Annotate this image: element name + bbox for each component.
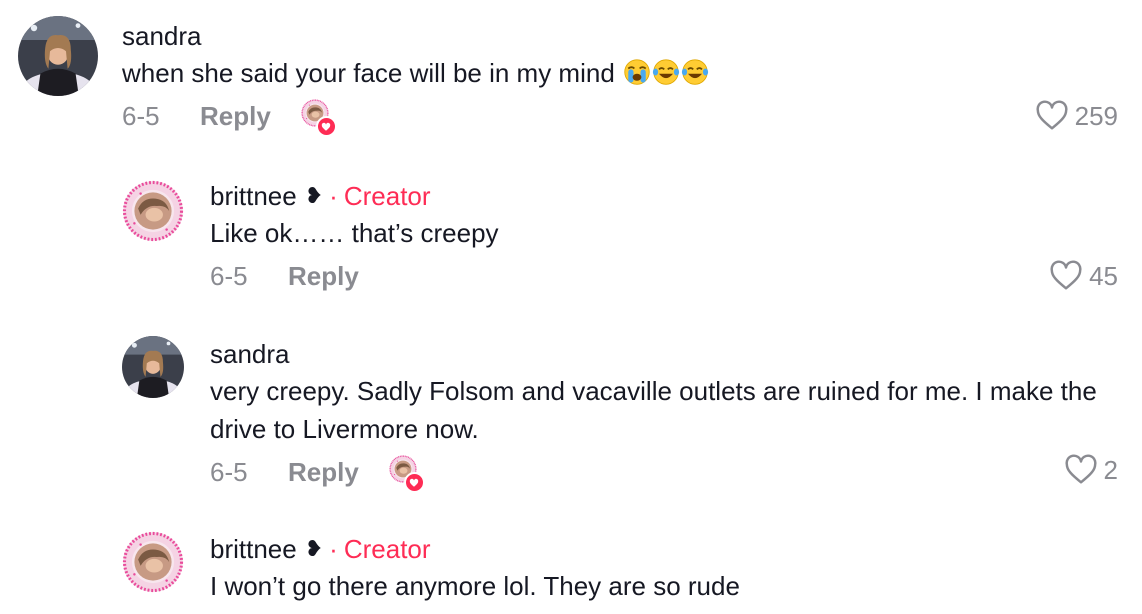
avatar-image xyxy=(122,531,184,593)
avatar-image xyxy=(122,180,184,242)
heart-badge-icon xyxy=(315,116,337,137)
comment-username[interactable]: sandra xyxy=(210,339,290,370)
heart-badge-icon xyxy=(403,472,425,493)
reply-button[interactable]: Reply xyxy=(200,101,271,132)
comment-text: very creepy. Sadly Folsom and vacaville … xyxy=(210,376,1097,444)
creator-badge: · Creator xyxy=(329,180,431,211)
comment-date: 6-5 xyxy=(210,260,248,291)
avatar[interactable] xyxy=(18,16,98,96)
comment-date: 6-5 xyxy=(210,456,248,487)
like-button[interactable]: 45 xyxy=(1049,260,1118,292)
avatar-image xyxy=(18,16,98,96)
comment-username[interactable]: sandra xyxy=(122,21,202,52)
comment-date: 6-5 xyxy=(122,100,160,131)
avatar[interactable] xyxy=(122,180,184,242)
heart-suffix-icon: ❥ xyxy=(304,183,324,208)
comment-username[interactable]: brittnee xyxy=(210,181,297,212)
creator-badge: · Creator xyxy=(329,533,431,564)
reply-button[interactable]: Reply xyxy=(288,457,359,488)
heart-outline-icon xyxy=(1050,260,1082,290)
avatar-image xyxy=(122,336,184,398)
avatar[interactable] xyxy=(122,336,184,398)
like-count: 45 xyxy=(1089,260,1118,291)
like-button[interactable]: 2 xyxy=(1064,454,1118,486)
comment-text: when she said your face will be in my mi… xyxy=(122,58,615,88)
reply-button[interactable]: Reply xyxy=(288,261,359,292)
like-button[interactable]: 259 xyxy=(1035,100,1118,132)
loudly-crying-face-icon xyxy=(624,59,650,85)
tears-of-joy-icon xyxy=(681,59,709,85)
like-count: 259 xyxy=(1074,100,1118,131)
avatar[interactable] xyxy=(122,531,184,593)
creator-liked-indicator xyxy=(388,455,425,493)
heart-outline-icon xyxy=(1036,100,1068,130)
heart-outline-icon xyxy=(1065,454,1097,484)
tears-of-joy-icon xyxy=(652,59,680,85)
comment-text: I won’t go there anymore lol. They are s… xyxy=(210,571,740,601)
emoji-group xyxy=(622,58,709,88)
comment-text: Like ok…… that’s creepy xyxy=(210,218,499,248)
creator-liked-indicator xyxy=(300,99,337,137)
heart-suffix-icon: ❥ xyxy=(304,536,324,561)
comment-username[interactable]: brittnee xyxy=(210,534,297,565)
like-count: 2 xyxy=(1103,454,1118,485)
